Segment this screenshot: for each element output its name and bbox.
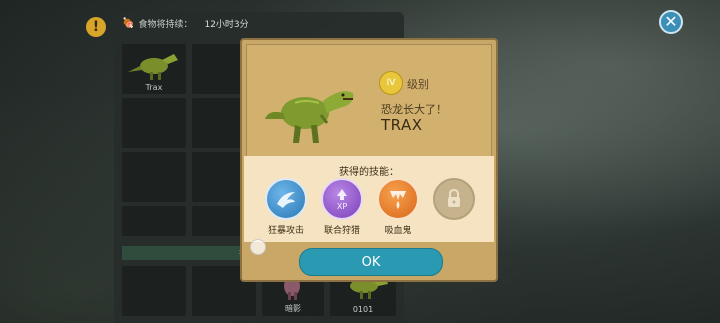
trex-portrait-icon xyxy=(265,91,354,143)
level-up-modal: IV 级别 恐龙长大了！ TRAX 获得的技能： 狂暴攻击 XP 联合狩猎 吸血… xyxy=(240,38,498,282)
food-timer-bar: 🍖 食物将持续： 12小时3分 xyxy=(114,12,404,34)
level-label: 级别 xyxy=(407,78,429,91)
slot-name: Trax xyxy=(145,83,163,92)
skill-frenzy-attack[interactable]: 狂暴攻击 xyxy=(262,178,310,236)
skill-locked xyxy=(430,178,478,223)
roster-slot[interactable] xyxy=(122,206,186,236)
vampire-fang-icon xyxy=(377,178,419,220)
food-time: 12小时3分 xyxy=(204,19,249,30)
roster-slot[interactable]: Trax xyxy=(122,44,186,94)
skill-label: 联合狩猎 xyxy=(323,226,360,236)
level-badge: IV xyxy=(379,71,403,95)
grown-message: 恐龙长大了！ xyxy=(381,103,447,116)
skills-title: 获得的技能： xyxy=(339,167,399,178)
skill-label: 狂暴攻击 xyxy=(267,226,304,236)
svg-text:XP: XP xyxy=(337,202,347,211)
warning-icon[interactable]: ! xyxy=(86,17,106,37)
ok-button[interactable]: OK xyxy=(299,248,443,276)
slot-name: 0101 xyxy=(352,305,374,314)
meat-icon: 🍖 xyxy=(122,17,135,29)
close-icon: ✕ xyxy=(664,12,678,31)
roster-slot[interactable] xyxy=(122,152,186,202)
skill-label: 吸血鬼 xyxy=(384,226,412,236)
trex-thumbnail-icon xyxy=(128,54,178,80)
skills-section: 获得的技能： 狂暴攻击 XP 联合狩猎 吸血鬼 xyxy=(244,156,494,242)
touch-indicator xyxy=(250,239,266,255)
frenzy-attack-icon xyxy=(265,178,307,220)
skill-team-hunt[interactable]: XP 联合狩猎 xyxy=(318,178,366,236)
roster-slot[interactable] xyxy=(122,98,186,148)
food-label: 食物将持续： xyxy=(138,19,193,30)
dino-name: TRAX xyxy=(381,116,423,134)
skill-vampire[interactable]: 吸血鬼 xyxy=(374,178,422,236)
team-hunt-xp-icon: XP xyxy=(321,178,363,220)
dino-info-area: IV 级别 恐龙长大了！ TRAX xyxy=(246,44,492,158)
roster-slot[interactable] xyxy=(122,266,186,316)
close-button[interactable]: ✕ xyxy=(659,10,683,34)
slot-name: 暗影 xyxy=(285,304,301,313)
lock-icon xyxy=(433,178,475,220)
